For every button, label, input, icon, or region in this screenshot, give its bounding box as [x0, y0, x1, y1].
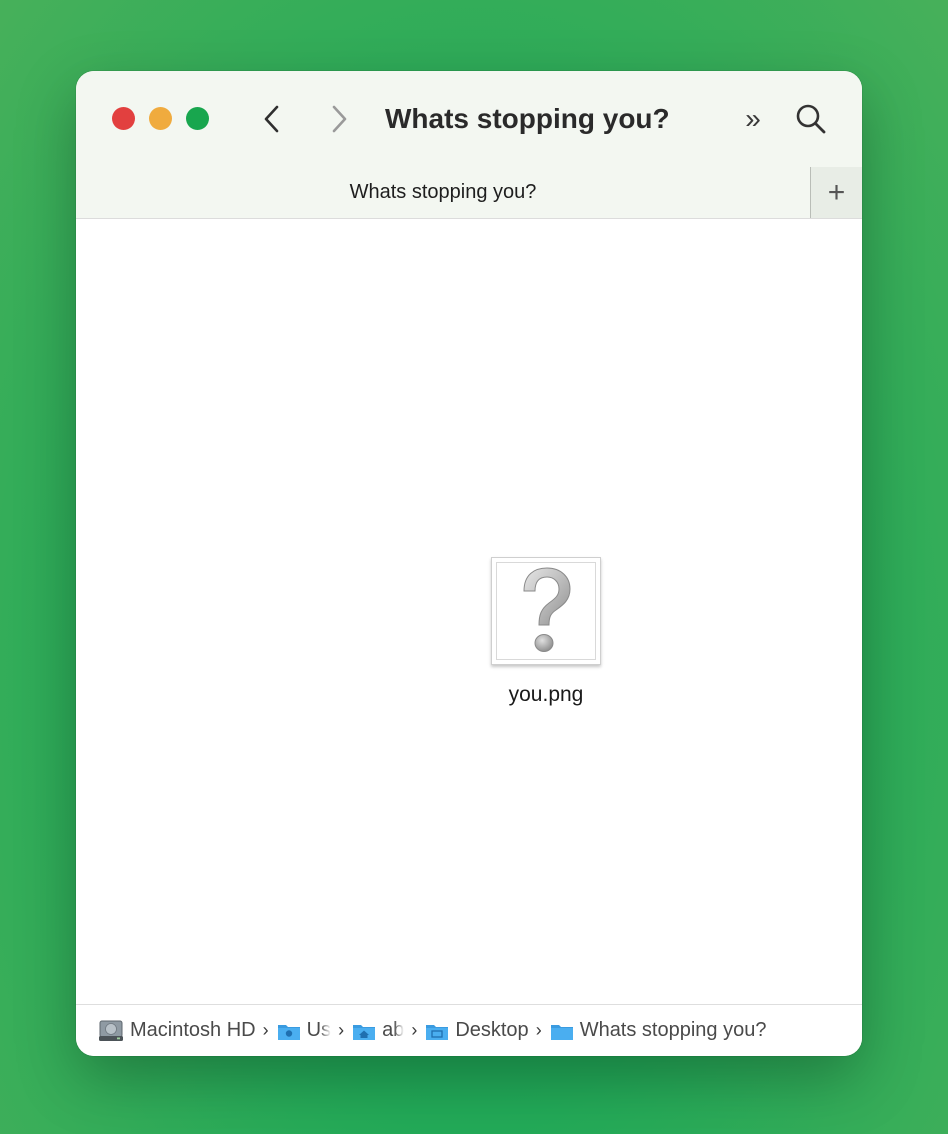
double-chevron-icon: » [745, 103, 761, 134]
path-item-label: Macintosh HD [130, 1019, 256, 1041]
desktop-folder-icon [426, 1024, 449, 1040]
forward-button[interactable] [321, 99, 357, 139]
tab-whats-stopping-you[interactable]: Whats stopping you? [76, 167, 810, 218]
home-folder-icon [353, 1024, 376, 1040]
title-bar: Whats stopping you? » [76, 71, 862, 167]
hard-drive-icon [99, 1020, 123, 1041]
chevron-left-icon [264, 105, 279, 133]
magnifier-icon [796, 104, 826, 134]
path-separator: › [411, 1020, 418, 1040]
minimize-button[interactable] [149, 107, 172, 130]
path-item-label: Whats stopping you? [579, 1019, 767, 1041]
chevron-right-icon [332, 105, 347, 133]
folder-icon [550, 1024, 573, 1040]
path-item-label: Us [306, 1019, 332, 1041]
finder-window: Whats stopping you? » Whats stopping you… [76, 71, 862, 1056]
path-separator: › [535, 1020, 542, 1040]
users-folder-icon [277, 1024, 300, 1040]
path-item-macintosh-hd[interactable]: Macintosh HD [98, 1019, 256, 1043]
file-thumbnail[interactable] [491, 557, 601, 665]
search-button[interactable] [791, 99, 831, 139]
path-separator: › [338, 1020, 345, 1040]
plus-icon: + [827, 175, 846, 209]
zoom-button[interactable] [186, 107, 209, 130]
file-name: you.png [508, 683, 584, 706]
path-item-desktop[interactable]: Desktop [425, 1019, 529, 1042]
path-item-home[interactable]: ab [352, 1019, 404, 1042]
tab-bar: Whats stopping you? + [76, 167, 862, 219]
window-title: Whats stopping you? [385, 103, 670, 134]
path-bar: Macintosh HD › Us › ab › Desktop › Whats… [76, 1004, 862, 1056]
file-area[interactable]: you.png [76, 219, 862, 1004]
path-item-label: ab [382, 1019, 405, 1041]
toolbar-overflow-button[interactable]: » [734, 99, 772, 139]
path-item-label: Desktop [455, 1019, 529, 1041]
new-tab-button[interactable]: + [810, 167, 862, 218]
question-mark-icon [523, 567, 571, 652]
path-item-current-folder[interactable]: Whats stopping you? [550, 1019, 767, 1042]
close-button[interactable] [112, 107, 135, 130]
tab-label: Whats stopping you? [349, 181, 537, 203]
path-item-users[interactable]: Us [277, 1019, 331, 1042]
back-button[interactable] [254, 99, 290, 139]
path-separator: › [262, 1020, 269, 1040]
file-item[interactable]: you.png [481, 557, 611, 717]
